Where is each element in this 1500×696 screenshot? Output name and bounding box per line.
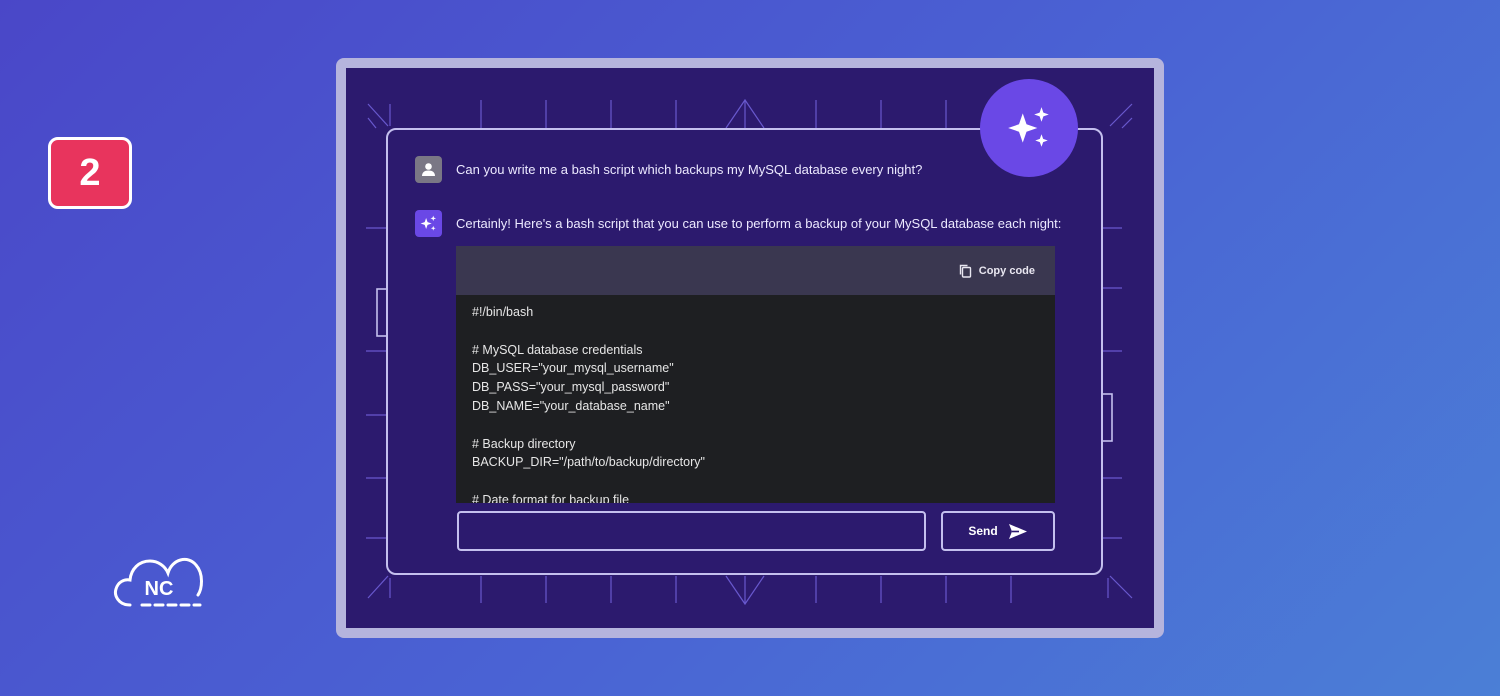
code-line: # Date format for backup file bbox=[472, 492, 630, 503]
ai-avatar bbox=[415, 210, 442, 237]
code-line: BACKUP_DIR="/path/to/backup/directory" bbox=[472, 455, 705, 470]
send-label: Send bbox=[968, 524, 998, 538]
code-line: DB_PASS="your_mysql_password" bbox=[472, 380, 670, 395]
code-body: #!/bin/bash # MySQL database credentials… bbox=[456, 295, 1055, 503]
user-message-text: Can you write me a bash script which bac… bbox=[456, 162, 923, 177]
ai-message: Certainly! Here's a bash script that you… bbox=[415, 210, 1061, 237]
app-window-frame: Can you write me a bash script which bac… bbox=[336, 58, 1164, 638]
code-line: DB_USER="your_mysql_username" bbox=[472, 361, 674, 376]
code-line: #!/bin/bash bbox=[472, 305, 534, 319]
copy-code-button[interactable]: Copy code bbox=[959, 264, 1035, 278]
step-badge: 2 bbox=[48, 137, 132, 209]
copy-code-label: Copy code bbox=[978, 264, 1035, 277]
code-block: Copy code #!/bin/bash # MySQL database c… bbox=[456, 246, 1055, 503]
code-line: # Backup directory bbox=[472, 436, 576, 451]
code-header: Copy code bbox=[456, 246, 1055, 295]
send-button[interactable]: Send bbox=[941, 511, 1055, 551]
logo-text: NC bbox=[145, 578, 174, 600]
ai-sparkle-badge bbox=[980, 79, 1078, 177]
sparkle-icon bbox=[1008, 107, 1049, 147]
nc-cloud-logo: NC bbox=[112, 549, 206, 611]
user-message: Can you write me a bash script which bac… bbox=[415, 156, 922, 183]
chat-panel: Can you write me a bash script which bac… bbox=[386, 128, 1103, 575]
copy-icon bbox=[959, 264, 971, 278]
sparkle-icon bbox=[420, 215, 437, 231]
chat-window: Can you write me a bash script which bac… bbox=[346, 68, 1154, 628]
user-icon bbox=[422, 163, 435, 176]
ai-message-text: Certainly! Here's a bash script that you… bbox=[456, 216, 1062, 231]
code-line: # MySQL database credentials bbox=[472, 342, 643, 357]
user-avatar bbox=[415, 156, 442, 183]
chat-input[interactable] bbox=[457, 511, 926, 551]
cloud-icon: NC bbox=[114, 557, 203, 607]
send-arrow-icon bbox=[1008, 523, 1027, 539]
code-line: DB_NAME="your_database_name" bbox=[472, 398, 670, 413]
